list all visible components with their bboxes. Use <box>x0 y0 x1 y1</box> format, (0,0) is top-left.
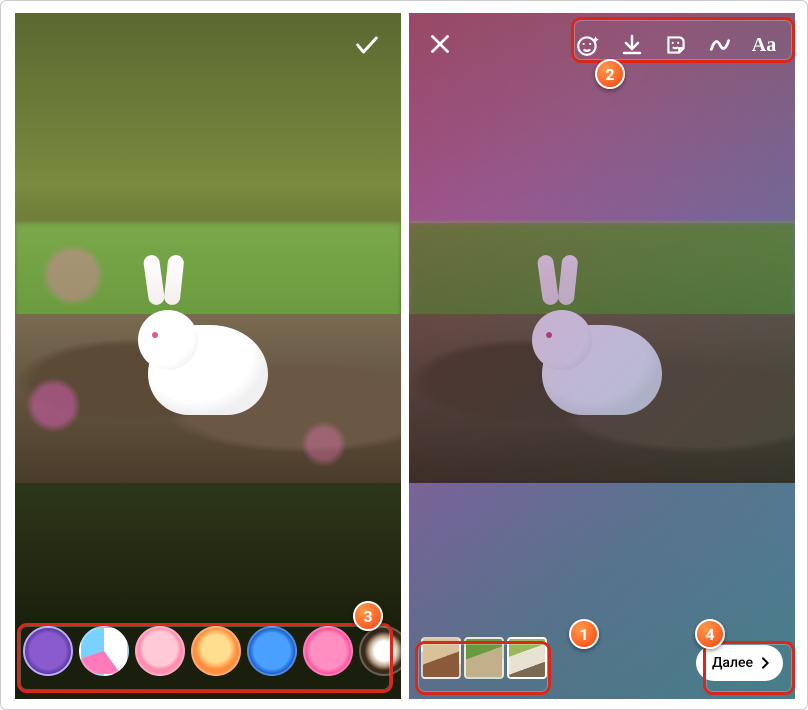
text-icon[interactable]: Aa <box>749 30 779 60</box>
confirm-button[interactable] <box>353 31 381 59</box>
tutorial-frame: Aa Далее 2 3 1 4 <box>0 0 808 710</box>
next-button-label: Далее <box>712 655 753 671</box>
thumb-dog-photo[interactable] <box>421 637 461 679</box>
effects-icon[interactable] <box>573 30 603 60</box>
selected-photos <box>419 635 549 683</box>
close-button[interactable] <box>427 31 455 59</box>
thumb-field-photo[interactable] <box>464 637 504 679</box>
filter-eye-lash[interactable] <box>359 626 401 676</box>
top-toolbar: Aa <box>565 23 787 67</box>
filter-strip <box>19 619 397 683</box>
left-screen <box>15 13 401 699</box>
filter-blue-globe[interactable] <box>247 626 297 676</box>
chevron-right-icon <box>757 655 773 671</box>
story-photo-right <box>409 223 795 483</box>
text-icon-label: Aa <box>752 34 776 57</box>
sticker-icon[interactable] <box>661 30 691 60</box>
thumb-rabbit-photo[interactable] <box>507 637 547 679</box>
draw-icon[interactable] <box>705 30 735 60</box>
right-screen: Aa Далее <box>409 13 795 699</box>
filter-color-swirl[interactable] <box>79 626 129 676</box>
filter-sparkle-purple[interactable] <box>23 626 73 676</box>
download-icon[interactable] <box>617 30 647 60</box>
filter-pig-face[interactable] <box>135 626 185 676</box>
story-photo <box>15 223 401 483</box>
filter-heart-eyes[interactable] <box>191 626 241 676</box>
filter-pink-glow[interactable] <box>303 626 353 676</box>
next-button[interactable]: Далее <box>696 645 783 681</box>
